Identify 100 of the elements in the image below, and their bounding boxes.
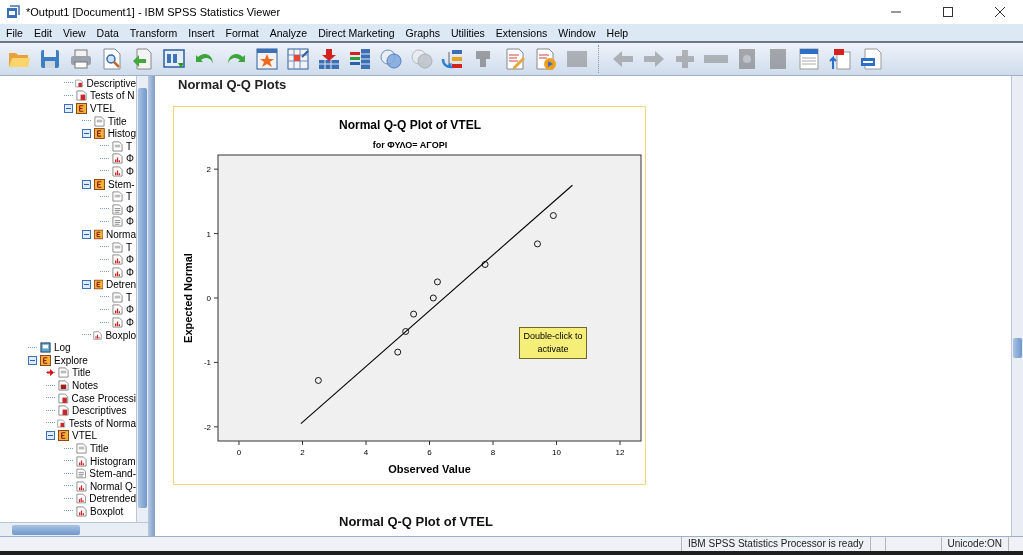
outline-item[interactable]: Log [54, 342, 71, 354]
chart-document-icon [76, 506, 87, 517]
chart-document-icon [112, 165, 123, 177]
outline-item[interactable]: T [126, 291, 133, 303]
outline-item[interactable]: Boxplot [90, 506, 124, 517]
outline-item[interactable]: Φ [126, 304, 134, 316]
menu-item[interactable]: Help [602, 26, 636, 39]
collapse-toggle[interactable] [46, 431, 55, 441]
maximize-icon [943, 7, 953, 17]
outline-item[interactable]: VTEL [72, 430, 97, 442]
menu-item[interactable]: Insert [184, 26, 222, 39]
arrow-table-icon[interactable] [316, 47, 341, 71]
data-point [481, 261, 489, 268]
menu-item[interactable]: Utilities [447, 26, 492, 39]
section-heading: Normal Q-Q Plots [178, 78, 288, 92]
outline-item[interactable]: Title [108, 115, 127, 127]
menu-item[interactable]: Window [554, 26, 603, 39]
collapse-toggle[interactable] [82, 179, 91, 189]
outline-item[interactable]: Title [90, 443, 109, 454]
text-document-icon [75, 468, 87, 480]
menu-item[interactable]: Direct Marketing [314, 26, 402, 39]
y-tick-label: -2 [203, 422, 211, 432]
outline-item[interactable]: Descriptive [86, 77, 136, 89]
outline-item[interactable]: Stem-and- [89, 468, 136, 480]
outline-item[interactable]: Φ [126, 266, 134, 278]
outline-item[interactable]: Tests of Norma [68, 417, 136, 429]
outline-item[interactable]: Histog [107, 128, 136, 140]
outline-item[interactable]: T [126, 241, 133, 253]
tree-arrow-icon[interactable] [440, 47, 465, 71]
title-document-icon[interactable] [827, 47, 852, 71]
heading-document-icon[interactable] [796, 47, 821, 71]
collapse-toggle[interactable] [82, 280, 91, 290]
collapse-toggle[interactable] [82, 129, 91, 139]
overlapping-circles-icon[interactable] [378, 47, 403, 71]
star-grid-icon[interactable] [254, 47, 279, 71]
outline-item[interactable]: Φ [126, 165, 134, 177]
outline-item[interactable]: Title [72, 367, 91, 379]
outline-item[interactable]: Tests of N [90, 90, 135, 102]
table-document-icon [58, 405, 69, 417]
title-document-icon [112, 140, 123, 152]
outline-item[interactable]: Detren [106, 279, 136, 291]
title-document-icon [112, 191, 123, 203]
collapse-toggle[interactable] [82, 229, 91, 239]
outline-item[interactable]: Notes [72, 380, 99, 392]
outline-item[interactable]: Norma [106, 228, 136, 240]
scrollbar[interactable] [1011, 76, 1023, 536]
table-document-icon [57, 417, 66, 429]
chart-document-icon [93, 329, 103, 341]
menu-item[interactable]: Transform [125, 26, 185, 39]
collapse-toggle[interactable] [28, 355, 37, 365]
outline-item[interactable]: Normal Q- [89, 480, 136, 492]
outline-item[interactable]: Boxplo [105, 329, 136, 341]
menu-item[interactable]: Edit [29, 26, 59, 39]
x-tick-label: 2 [300, 448, 305, 457]
outline-item[interactable]: Explore [54, 354, 88, 366]
outline-item[interactable]: Case Processi [71, 392, 136, 404]
menu-item[interactable]: Extensions [491, 26, 555, 39]
outline-item[interactable]: Descriptives [72, 405, 127, 417]
outline-item[interactable]: Φ [126, 203, 134, 215]
outline-item[interactable]: Stem- [108, 178, 135, 190]
menu-item[interactable]: Format [221, 26, 266, 39]
outline-item[interactable]: Histogram [90, 455, 136, 467]
y-tick-label: 2 [206, 165, 211, 175]
scrollbar[interactable] [0, 522, 148, 536]
outline-item[interactable]: VTEL [90, 103, 115, 114]
chart-subtitle: for ΦΥΛΟ= ΑΓΟΡΙ [372, 140, 448, 150]
collapse-toggle[interactable] [64, 104, 73, 113]
menu-item[interactable]: File [2, 26, 30, 39]
y-tick-label: 0 [206, 294, 211, 303]
menu-item[interactable]: Data [92, 26, 126, 39]
text-document-icon [112, 216, 123, 228]
outline-item[interactable]: Φ [126, 317, 134, 329]
grid-arrow-icon[interactable] [285, 47, 310, 71]
text-document-icon[interactable] [858, 47, 883, 71]
printer-icon[interactable] [68, 47, 93, 71]
menu-item[interactable]: View [59, 26, 93, 39]
menu-item[interactable]: Graphs [401, 26, 447, 39]
outline-item[interactable]: Φ [126, 254, 134, 266]
title-document-icon [112, 291, 123, 303]
outline-item[interactable]: T [126, 140, 133, 152]
chart-document-icon [112, 254, 123, 266]
table-document-icon [76, 90, 87, 102]
colored-bars-table-icon[interactable] [347, 47, 372, 71]
x-tick-label: 10 [552, 448, 561, 457]
notebook-icon [40, 342, 51, 354]
activate-tooltip: Double-click to activate [519, 327, 587, 359]
table-document-icon [57, 392, 69, 404]
minus-icon [30, 357, 35, 363]
outline-item[interactable]: T [126, 191, 133, 203]
x-tick-label: 12 [615, 448, 625, 457]
chart-document-icon [76, 455, 87, 467]
play-document-icon[interactable] [533, 47, 558, 71]
y-tick-label: -1 [203, 358, 211, 368]
outline-item[interactable]: Φ [126, 216, 134, 228]
outline-item[interactable]: Detrended [89, 493, 136, 505]
app-icon [6, 5, 20, 19]
menu-item[interactable]: Analyze [265, 26, 315, 39]
outline-item[interactable]: Φ [126, 153, 134, 165]
scrollbar[interactable] [136, 76, 148, 522]
notes-icon [58, 380, 69, 392]
